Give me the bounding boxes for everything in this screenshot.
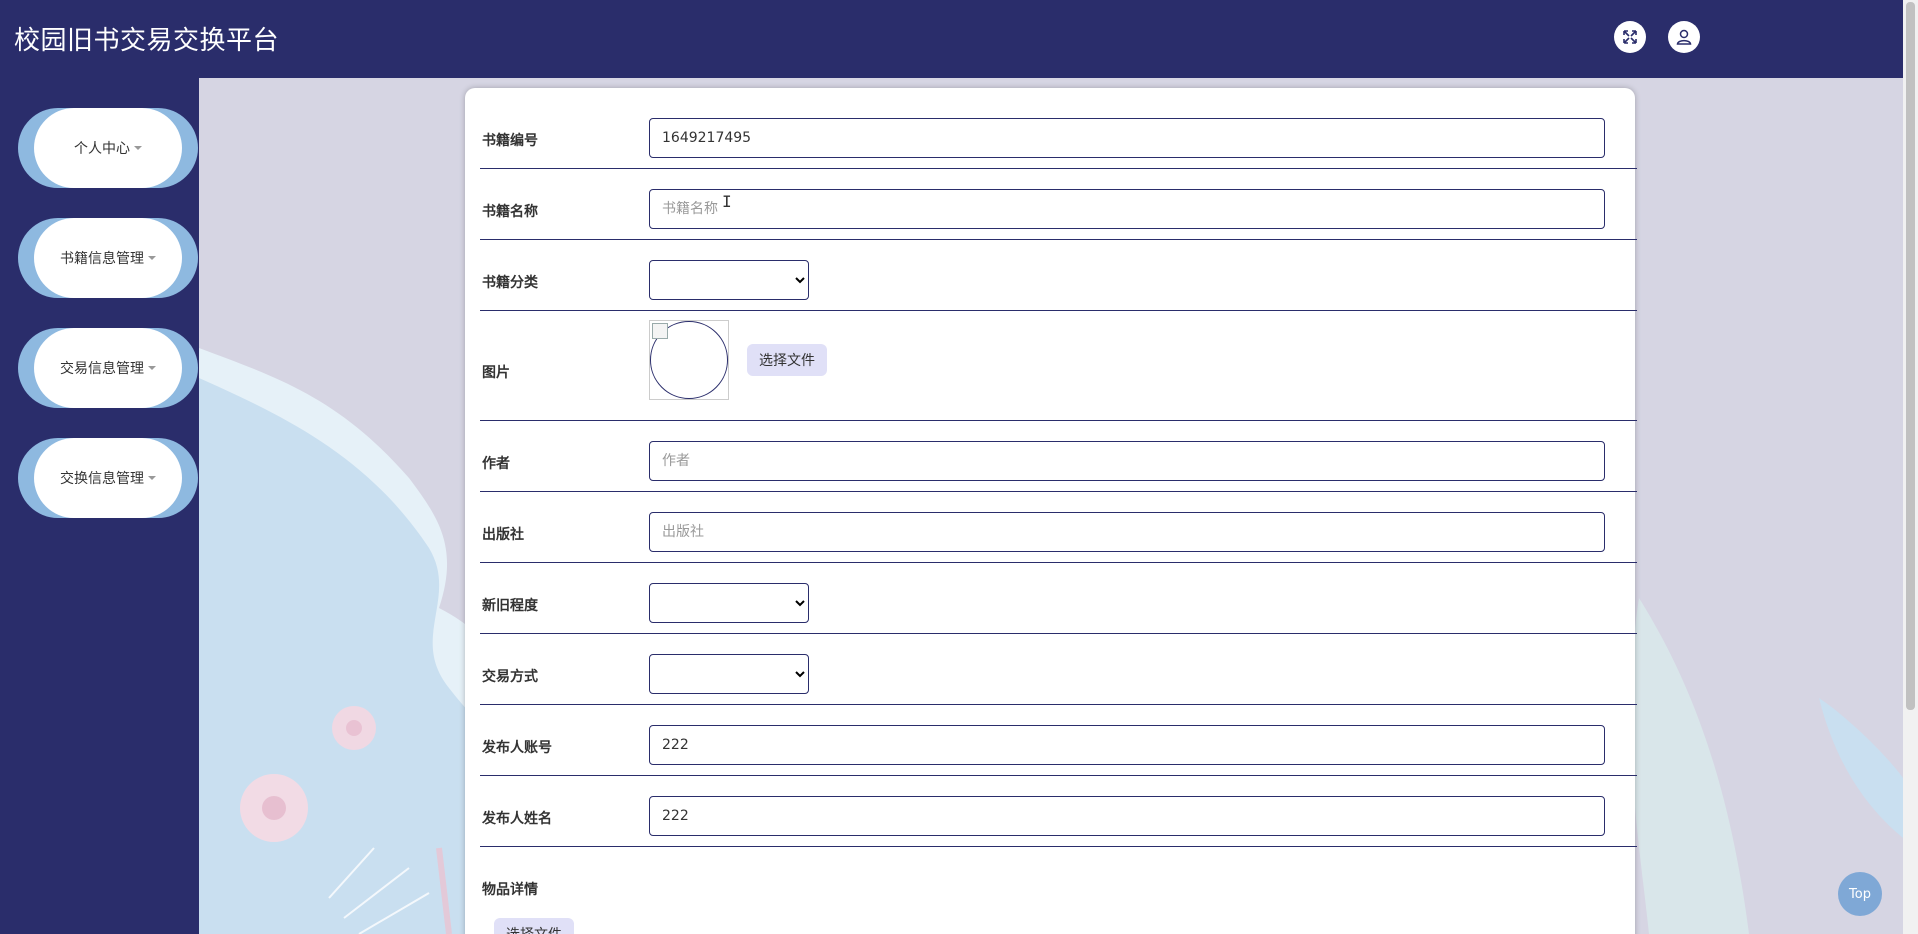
sidebar-item-pill: 个人中心 (34, 108, 182, 188)
user-menu-button[interactable] (1668, 21, 1700, 53)
fullscreen-button[interactable] (1614, 21, 1646, 53)
sidebar-item-book-management[interactable]: 书籍信息管理 (18, 218, 198, 298)
app-title: 校园旧书交易交换平台 (14, 26, 280, 56)
broken-image-icon (652, 323, 668, 339)
book-category-label: 书籍分类 (482, 275, 538, 291)
form-row-publisher-account: 发布人账号 (480, 704, 1637, 776)
image-file-choose-button[interactable]: 选择文件 (747, 344, 827, 376)
book-name-input[interactable] (649, 189, 1605, 229)
publisher-label: 出版社 (482, 527, 524, 543)
book-name-label: 书籍名称 (482, 204, 538, 220)
book-category-select[interactable] (649, 260, 809, 300)
form-row-book-number: 书籍编号 (480, 88, 1637, 169)
sidebar-item-personal-center[interactable]: 个人中心 (18, 108, 198, 188)
form-row-condition: 新旧程度 (480, 562, 1637, 634)
sidebar-item-label: 书籍信息管理 (60, 251, 144, 267)
image-label: 图片 (482, 365, 510, 381)
condition-select[interactable] (649, 583, 809, 623)
condition-label: 新旧程度 (482, 598, 538, 614)
caret-down-icon (148, 476, 156, 480)
publisher-account-input[interactable] (649, 725, 1605, 765)
form-row-author: 作者 (480, 420, 1637, 492)
caret-down-icon (148, 366, 156, 370)
publisher-name-input[interactable] (649, 796, 1605, 836)
sidebar-item-label: 个人中心 (74, 141, 130, 157)
top-header: 校园旧书交易交换平台 (0, 0, 1918, 78)
form-row-trade-method: 交易方式 (480, 633, 1637, 705)
sidebar-item-label: 交换信息管理 (60, 471, 144, 487)
app-root: 校园旧书交易交换平台 个人中心 书籍信息管理 交易信息管理 交换信息管理 书籍编… (0, 0, 1918, 934)
caret-down-icon (148, 256, 156, 260)
trade-method-select[interactable] (649, 654, 809, 694)
sidebar: 个人中心 书籍信息管理 交易信息管理 交换信息管理 (0, 78, 199, 934)
sidebar-item-pill: 交换信息管理 (34, 438, 182, 518)
form-row-book-name: 书籍名称 (480, 168, 1637, 240)
author-input[interactable] (649, 441, 1605, 481)
publisher-account-label: 发布人账号 (482, 740, 552, 756)
form-row-book-category: 书籍分类 (480, 239, 1637, 311)
scrollbar-thumb[interactable] (1906, 2, 1915, 710)
publisher-name-label: 发布人姓名 (482, 811, 552, 827)
sidebar-item-exchange-management[interactable]: 交换信息管理 (18, 438, 198, 518)
publisher-input[interactable] (649, 512, 1605, 552)
user-icon (1676, 29, 1692, 45)
sidebar-item-pill: 书籍信息管理 (34, 218, 182, 298)
sidebar-item-pill: 交易信息管理 (34, 328, 182, 408)
back-to-top-button[interactable]: Top (1838, 872, 1882, 916)
expand-arrows-icon (1623, 30, 1637, 44)
book-number-label: 书籍编号 (482, 133, 538, 149)
sidebar-item-trade-management[interactable]: 交易信息管理 (18, 328, 198, 408)
form-row-image: 图片 选择文件 (480, 310, 1637, 421)
book-number-input[interactable] (649, 118, 1605, 158)
form-row-publisher: 出版社 (480, 491, 1637, 563)
trade-method-label: 交易方式 (482, 669, 538, 685)
caret-down-icon (134, 146, 142, 150)
sidebar-item-label: 交易信息管理 (60, 361, 144, 377)
page-scrollbar[interactable] (1903, 0, 1918, 934)
text-cursor-indicator: I (722, 192, 732, 211)
form-row-publisher-name: 发布人姓名 (480, 775, 1637, 847)
image-preview (649, 320, 729, 400)
author-label: 作者 (482, 456, 510, 472)
book-form-card: 书籍编号 书籍名称 书籍分类 图片 选择文件 作者 出版社 (465, 88, 1637, 934)
